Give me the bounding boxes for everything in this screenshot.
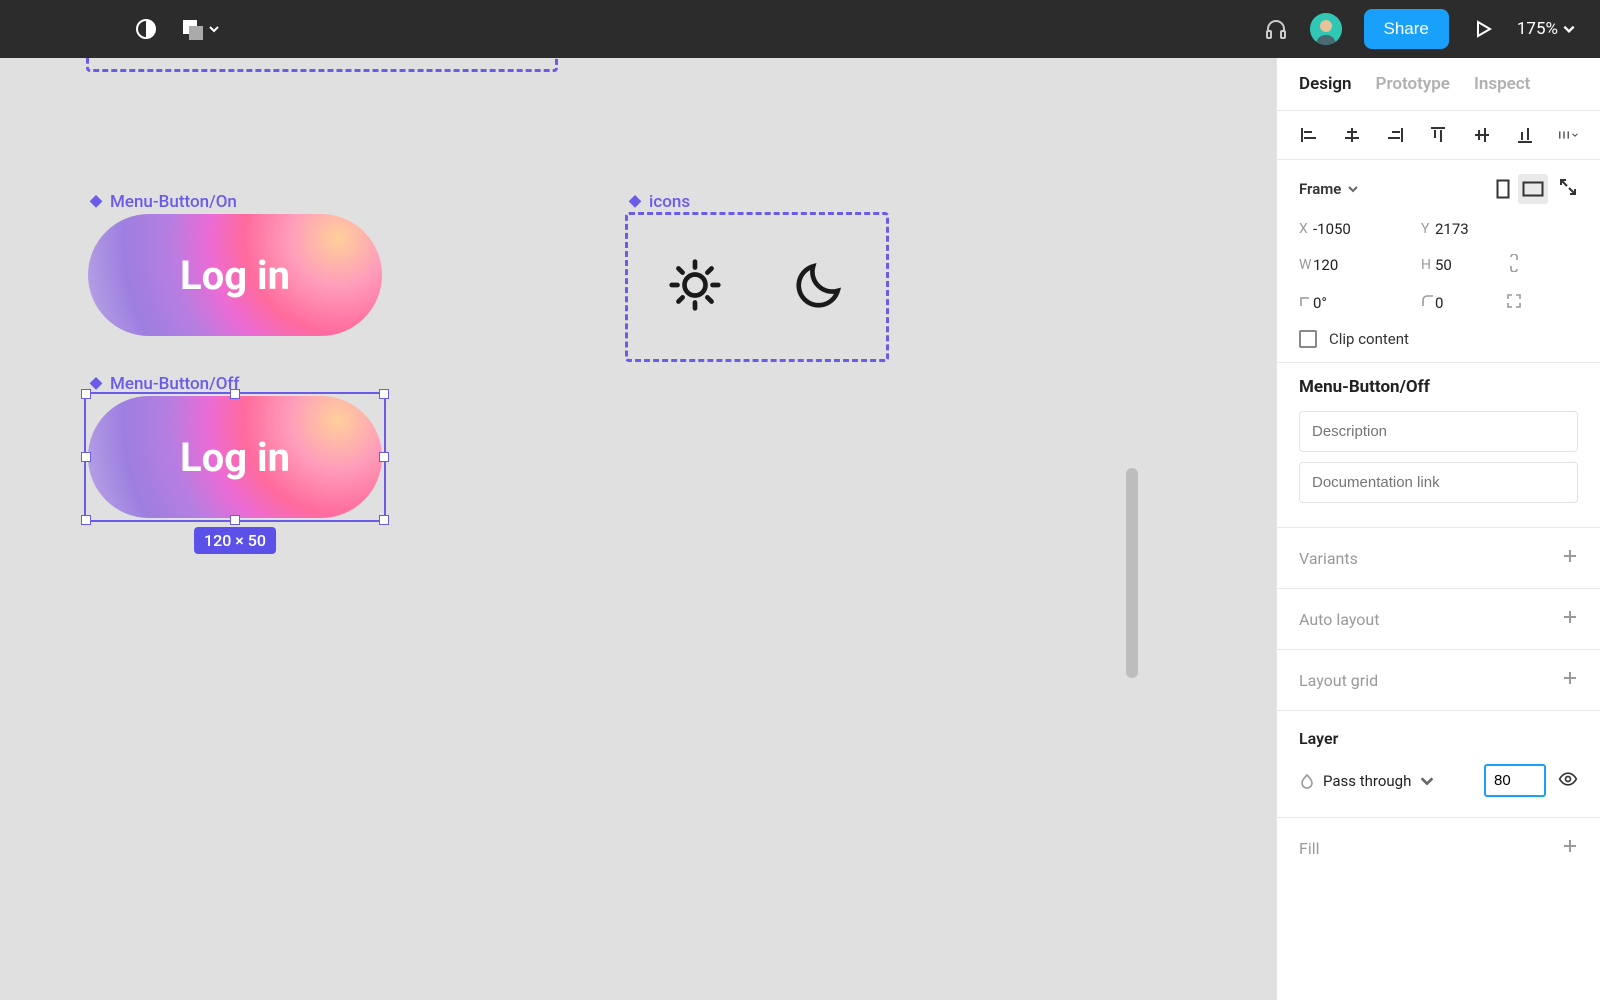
plus-icon[interactable] <box>1562 670 1578 690</box>
layout-grid-label: Layout grid <box>1299 671 1378 690</box>
component-section: Menu-Button/Off <box>1277 363 1600 528</box>
independent-corners-icon[interactable] <box>1505 292 1523 314</box>
blend-mode-label: Pass through <box>1323 772 1411 790</box>
component-icon <box>88 194 104 210</box>
resize-to-fit-icon[interactable] <box>1558 177 1578 201</box>
panel-tabs: Design Prototype Inspect <box>1277 58 1600 111</box>
canvas-scrollbar[interactable] <box>1126 468 1138 678</box>
component-label-text: icons <box>649 192 690 212</box>
align-left-icon[interactable] <box>1299 125 1319 145</box>
label-rotation <box>1299 294 1313 312</box>
share-button[interactable]: Share <box>1364 9 1449 49</box>
avatar[interactable] <box>1310 13 1342 45</box>
selection-box[interactable]: 120 × 50 <box>84 392 386 522</box>
resize-handle-bl[interactable] <box>81 515 91 525</box>
half-circle-icon[interactable] <box>134 17 158 41</box>
link-wh-icon[interactable] <box>1505 254 1523 276</box>
component-name: Menu-Button/Off <box>1299 377 1578 397</box>
frame-label: Frame <box>1299 180 1341 198</box>
tab-design[interactable]: Design <box>1299 74 1352 94</box>
label-x: X <box>1299 221 1313 237</box>
align-vcenter-icon[interactable] <box>1472 125 1492 145</box>
auto-layout-row[interactable]: Auto layout <box>1277 589 1600 650</box>
resize-handle-ml[interactable] <box>81 452 91 462</box>
component-label-menu-off[interactable]: Menu-Button/Off <box>88 374 239 394</box>
value-rotation[interactable]: 0° <box>1313 294 1377 312</box>
value-y[interactable]: 2173 <box>1435 220 1499 238</box>
moon-icon[interactable] <box>791 257 847 317</box>
clip-content-checkbox[interactable] <box>1299 330 1317 348</box>
button-text: Log in <box>180 252 290 299</box>
fill-label: Fill <box>1299 839 1320 858</box>
orientation-portrait[interactable] <box>1488 174 1518 204</box>
resize-handle-tm[interactable] <box>230 389 240 399</box>
opacity-input[interactable] <box>1484 764 1546 797</box>
visibility-icon[interactable] <box>1558 769 1578 793</box>
layout-grid-row[interactable]: Layout grid <box>1277 650 1600 711</box>
layer-section: Layer Pass through <box>1277 711 1600 818</box>
frame-section: Frame X -1050 Y 2173 W 120 H 50 <box>1277 160 1600 363</box>
frame-dropdown[interactable]: Frame <box>1299 180 1359 198</box>
resize-handle-br[interactable] <box>379 515 389 525</box>
resize-handle-bm[interactable] <box>230 515 240 525</box>
canvas[interactable]: Menu-Button/On Log in Menu-Button/Off Lo… <box>0 58 1138 1000</box>
description-input[interactable] <box>1299 411 1578 452</box>
icons-frame[interactable] <box>625 212 889 362</box>
component-label-text: Menu-Button/On <box>110 192 237 212</box>
component-label-menu-on[interactable]: Menu-Button/On <box>88 192 237 212</box>
zoom-level[interactable]: 175% <box>1517 19 1576 39</box>
align-right-icon[interactable] <box>1385 125 1405 145</box>
app-toolbar: Share 175% <box>0 0 1600 58</box>
clip-content-label: Clip content <box>1329 330 1409 348</box>
zoom-value: 175% <box>1517 19 1558 39</box>
resize-handle-tl[interactable] <box>81 389 91 399</box>
alignment-row <box>1277 111 1600 160</box>
dimensions-badge: 120 × 50 <box>194 527 276 554</box>
distribute-icon[interactable] <box>1558 125 1578 145</box>
orientation-landscape[interactable] <box>1518 174 1548 204</box>
fill-row[interactable]: Fill <box>1277 818 1600 878</box>
layer-title: Layer <box>1299 729 1578 748</box>
value-radius[interactable]: 0 <box>1435 294 1499 312</box>
label-y: Y <box>1421 221 1435 237</box>
component-icon <box>627 194 643 210</box>
menu-button-on[interactable]: Log in <box>88 214 382 336</box>
value-x[interactable]: -1050 <box>1313 220 1377 238</box>
plus-icon[interactable] <box>1562 838 1578 858</box>
value-w[interactable]: 120 <box>1313 256 1377 274</box>
play-icon[interactable] <box>1471 17 1495 41</box>
auto-layout-label: Auto layout <box>1299 610 1379 629</box>
plus-icon[interactable] <box>1562 609 1578 629</box>
tab-prototype[interactable]: Prototype <box>1376 74 1450 94</box>
component-label-text: Menu-Button/Off <box>110 374 239 394</box>
component-label-icons[interactable]: icons <box>627 192 690 212</box>
blend-mode-dropdown[interactable]: Pass through <box>1299 772 1472 790</box>
label-w: W <box>1299 257 1313 273</box>
inspector-panel: Design Prototype Inspect Frame <box>1276 58 1600 1000</box>
documentation-link-input[interactable] <box>1299 462 1578 503</box>
label-radius <box>1421 294 1435 312</box>
label-h: H <box>1421 257 1435 273</box>
resize-handle-tr[interactable] <box>379 389 389 399</box>
frame-tool-icon[interactable] <box>180 17 220 41</box>
variants-label: Variants <box>1299 549 1358 568</box>
align-bottom-icon[interactable] <box>1515 125 1535 145</box>
plus-icon[interactable] <box>1562 548 1578 568</box>
variants-row[interactable]: Variants <box>1277 528 1600 589</box>
align-top-icon[interactable] <box>1428 125 1448 145</box>
component-frame-partial[interactable] <box>86 58 558 72</box>
tab-inspect[interactable]: Inspect <box>1474 74 1530 94</box>
headphones-icon[interactable] <box>1264 17 1288 41</box>
sun-icon[interactable] <box>667 257 723 317</box>
align-hcenter-icon[interactable] <box>1342 125 1362 145</box>
value-h[interactable]: 50 <box>1435 256 1499 274</box>
resize-handle-mr[interactable] <box>379 452 389 462</box>
